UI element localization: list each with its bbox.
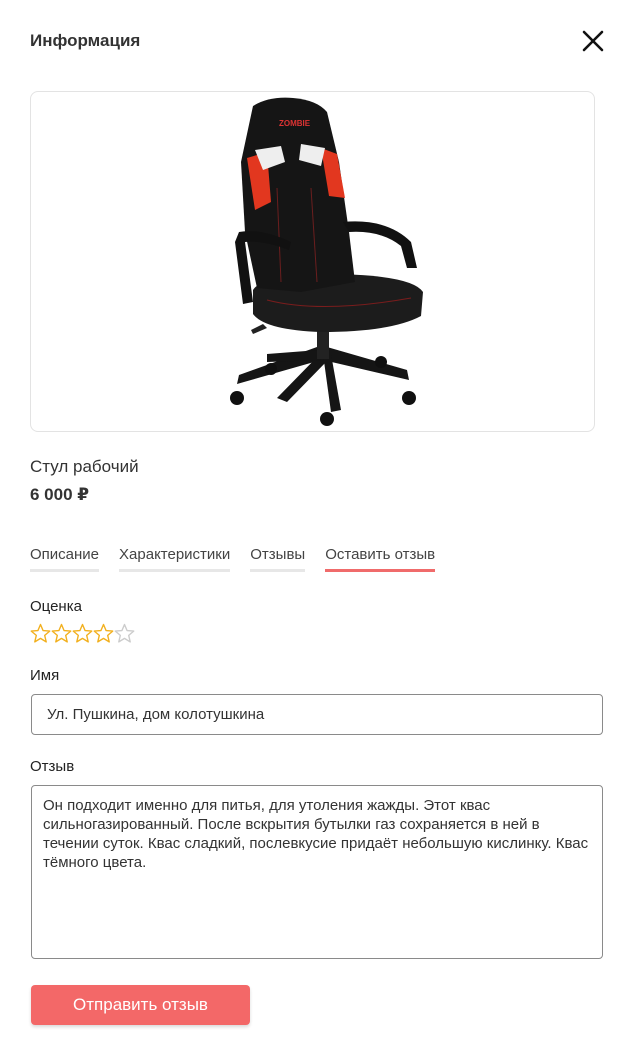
close-icon xyxy=(582,30,604,52)
tab-reviews[interactable]: Отзывы xyxy=(250,546,306,572)
svg-text:ZOMBIE: ZOMBIE xyxy=(279,119,311,128)
submit-review-button[interactable]: Отправить отзыв xyxy=(31,985,250,1025)
review-textarea[interactable]: Он подходит именно для питья, для утолен… xyxy=(31,785,603,959)
tabs: Описание Характеристики Отзывы Оставить … xyxy=(30,546,455,572)
star-icon[interactable] xyxy=(30,623,51,644)
star-icon[interactable] xyxy=(51,623,72,644)
tab-leave-review[interactable]: Оставить отзыв xyxy=(325,546,436,572)
star-icon[interactable] xyxy=(114,623,135,644)
rating-stars xyxy=(30,623,135,644)
tab-specifications[interactable]: Характеристики xyxy=(119,546,231,572)
page-title: Информация xyxy=(30,31,141,50)
star-icon[interactable] xyxy=(93,623,114,644)
close-button[interactable] xyxy=(578,26,608,56)
review-label: Отзыв xyxy=(30,758,75,775)
name-label: Имя xyxy=(30,667,60,684)
gaming-chair-image: ZOMBIE xyxy=(230,97,423,426)
product-image: ZOMBIE xyxy=(30,91,595,432)
tab-description[interactable]: Описание xyxy=(30,546,100,572)
star-icon[interactable] xyxy=(72,623,93,644)
name-input[interactable] xyxy=(31,694,603,735)
rating-label: Оценка xyxy=(30,598,82,615)
product-name: Стул рабочий xyxy=(30,457,139,476)
product-price: 6 000 ₽ xyxy=(30,485,90,504)
